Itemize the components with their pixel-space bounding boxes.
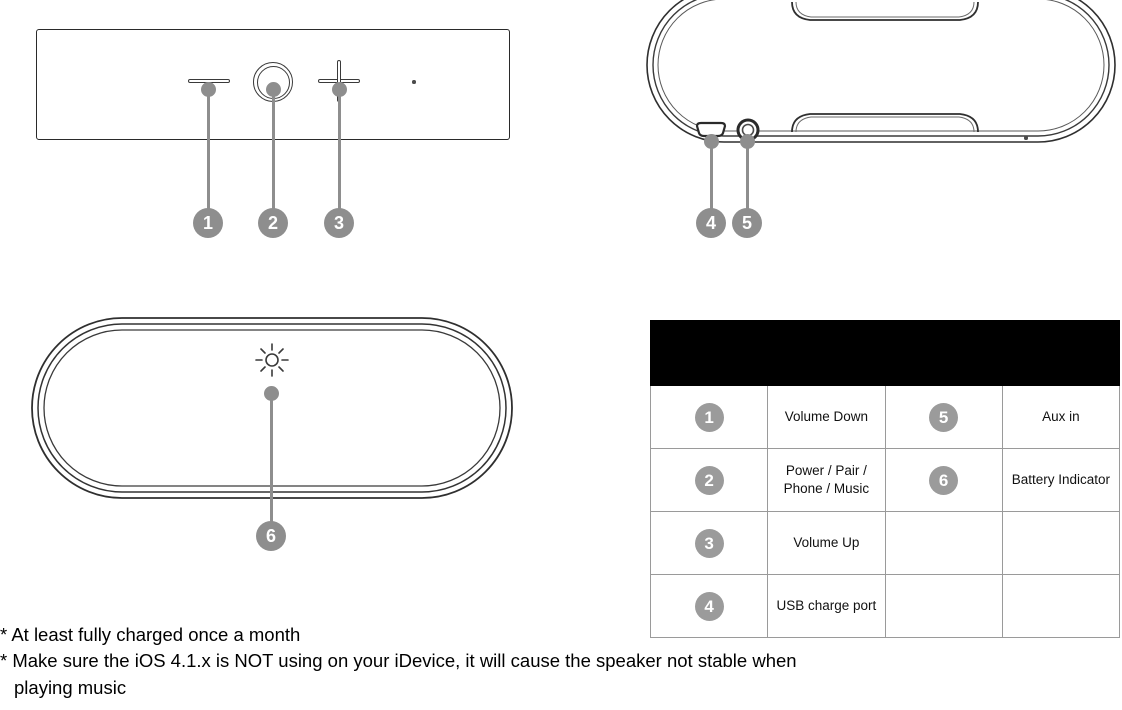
legend-badge-2: 2 [694, 465, 724, 495]
legend-label-line: USB charge port [776, 597, 877, 613]
table-row: 1 Volume Down 5 Aux in [649, 385, 1121, 449]
callout-leader-3 [338, 88, 341, 210]
legend-num-cell-empty [884, 511, 1003, 575]
callout-leader-4 [710, 140, 713, 210]
legend-label-cell: Volume Down [767, 385, 886, 449]
bottom-panel-view: 6 [0, 300, 560, 570]
callout-anchor-1 [201, 82, 216, 97]
callout-badge-3[interactable]: 3 [324, 208, 354, 238]
legend-badge-3: 3 [694, 528, 724, 558]
callout-leader-6 [270, 392, 273, 529]
legend-badge-4: 4 [694, 591, 724, 621]
callout-anchor-4 [704, 134, 719, 149]
callout-badge-6[interactable]: 6 [256, 521, 286, 551]
bottom-panel-body [31, 317, 513, 499]
callout-leader-2 [272, 88, 275, 210]
legend-label-cell: Aux in [1001, 385, 1121, 449]
microphone-icon [1024, 136, 1028, 140]
legend-label-line: Aux in [1042, 408, 1080, 424]
legend-label-line: Phone / Music [783, 481, 870, 496]
microphone-icon [412, 80, 416, 84]
front-panel-view: 1 2 3 [0, 0, 560, 260]
table-row: 2 Power / Pair / Phone / Music 6 Battery… [649, 448, 1121, 512]
callout-badge-1[interactable]: 1 [193, 208, 223, 238]
callout-badge-4[interactable]: 4 [696, 208, 726, 238]
callout-anchor-2 [266, 82, 281, 97]
legend-label-line: Battery Indicator [1011, 471, 1111, 487]
footnotes: * At least fully charged once a month * … [0, 622, 1110, 701]
legend-table: 1 Volume Down 5 Aux in 2 Power / Pair / [649, 320, 1121, 638]
legend-label-line: Power / Pair / [785, 462, 867, 478]
legend-badge-5: 5 [929, 402, 959, 432]
battery-indicator-icon[interactable] [250, 338, 294, 382]
callout-anchor-3 [332, 82, 347, 97]
legend-num-cell: 1 [649, 385, 769, 449]
legend-table-header-row [650, 320, 1120, 386]
callout-leader-5 [746, 140, 749, 210]
callout-anchor-5 [740, 134, 755, 149]
legend-table-header-cell [650, 320, 1120, 386]
diagram-page: 1 2 3 4 5 6 1 Volume Down 5 Aux in 2 Pow… [0, 0, 1122, 710]
callout-leader-1 [207, 88, 210, 210]
footnote-line-2: * Make sure the iOS 4.1.x is NOT using o… [0, 650, 797, 672]
table-row: 3 Volume Up [649, 511, 1121, 575]
legend-num-cell: 3 [649, 511, 769, 575]
legend-label-cell-empty [1001, 511, 1121, 575]
legend-num-cell: 2 [649, 448, 769, 512]
legend-num-cell: 6 [884, 448, 1003, 512]
legend-num-cell: 5 [884, 385, 1003, 449]
legend-label-cell: Power / Pair / Phone / Music [767, 448, 886, 512]
rear-panel-view: 4 5 [640, 0, 1122, 260]
legend-label-cell: Volume Up [767, 511, 886, 575]
legend-label-line: Volume Up [793, 534, 860, 550]
callout-anchor-6 [264, 386, 279, 401]
legend-badge-1: 1 [694, 402, 724, 432]
footnote-line-3: playing music [14, 676, 127, 698]
callout-badge-2[interactable]: 2 [258, 208, 288, 238]
callout-badge-5[interactable]: 5 [732, 208, 762, 238]
legend-badge-6: 6 [929, 465, 959, 495]
legend-label-cell: Battery Indicator [1001, 448, 1121, 512]
footnote-line-1: * At least fully charged once a month [0, 624, 301, 645]
legend-label-line: Volume Down [784, 408, 869, 424]
